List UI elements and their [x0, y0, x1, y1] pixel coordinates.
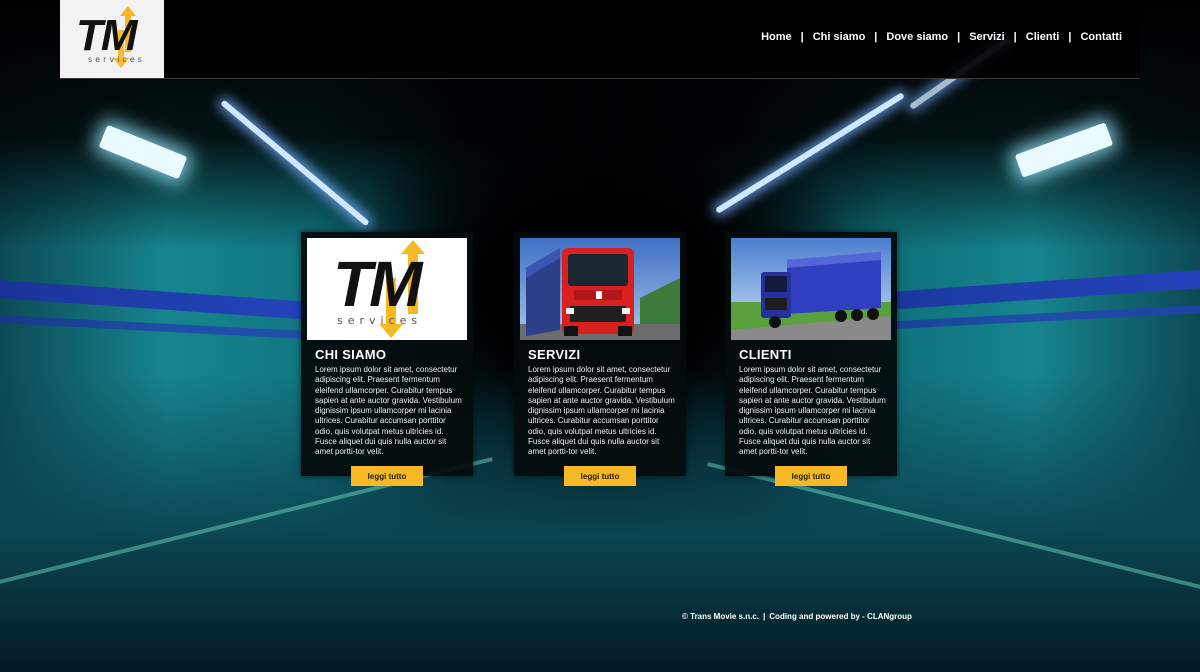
logo-letters: TM	[76, 11, 138, 60]
nav-home[interactable]: Home	[761, 31, 792, 43]
footer-credit-link[interactable]: Coding and powered by - CLANgroup	[769, 612, 912, 621]
card-thumbnail-logo: TM services	[307, 238, 467, 340]
site-footer: © Trans Movie s.n.c. | Coding and powered …	[682, 612, 912, 621]
blue-truck-icon	[731, 238, 891, 340]
nav-separator: |	[1013, 31, 1017, 43]
card-body: Lorem ipsum dolor sit amet, consectetur …	[739, 365, 886, 457]
footer-separator: |	[763, 612, 766, 621]
card-title: CHI SIAMO	[315, 347, 387, 362]
card-title: CLIENTI	[739, 347, 792, 362]
card-logo-subtitle: services	[337, 314, 423, 327]
logo-subtitle: services	[88, 55, 145, 64]
card-servizi: SERVIZI Lorem ipsum dolor sit amet, cons…	[514, 232, 686, 486]
red-truck-icon	[520, 238, 680, 340]
card-clienti: CLIENTI Lorem ipsum dolor sit amet, cons…	[725, 232, 897, 486]
nav-separator: |	[957, 31, 961, 43]
footer-copyright: © Trans Movie s.n.c.	[682, 612, 760, 621]
card-body: Lorem ipsum dolor sit amet, consectetur …	[528, 365, 675, 457]
read-more-button[interactable]: leggi tutto	[775, 466, 847, 486]
nav-separator: |	[800, 31, 804, 43]
read-more-button[interactable]: leggi tutto	[564, 466, 636, 486]
header-logo-link[interactable]: TM services	[60, 0, 164, 78]
main-nav: Home | Chi siamo | Dove siamo | Servizi …	[761, 31, 1122, 43]
nav-dove-siamo[interactable]: Dove siamo	[886, 31, 948, 43]
nav-chi-siamo[interactable]: Chi siamo	[813, 31, 866, 43]
read-more-button[interactable]: leggi tutto	[351, 466, 423, 486]
card-title: SERVIZI	[528, 347, 581, 362]
nav-clienti[interactable]: Clienti	[1026, 31, 1060, 43]
card-thumbnail-red-truck	[520, 238, 680, 340]
card-chi-siamo: TM services CHI SIAMO Lorem ipsum dolor …	[301, 232, 473, 486]
nav-contatti[interactable]: Contatti	[1080, 31, 1122, 43]
nav-servizi[interactable]: Servizi	[969, 31, 1004, 43]
card-body: Lorem ipsum dolor sit amet, consectetur …	[315, 365, 462, 457]
nav-separator: |	[1068, 31, 1072, 43]
tm-services-logo: TM services	[60, 0, 164, 78]
nav-separator: |	[874, 31, 878, 43]
site-header: TM services Home | Chi siamo | Dove siam…	[60, 0, 1140, 79]
card-thumbnail-blue-truck	[731, 238, 891, 340]
card-logo-letters: TM	[333, 248, 422, 320]
